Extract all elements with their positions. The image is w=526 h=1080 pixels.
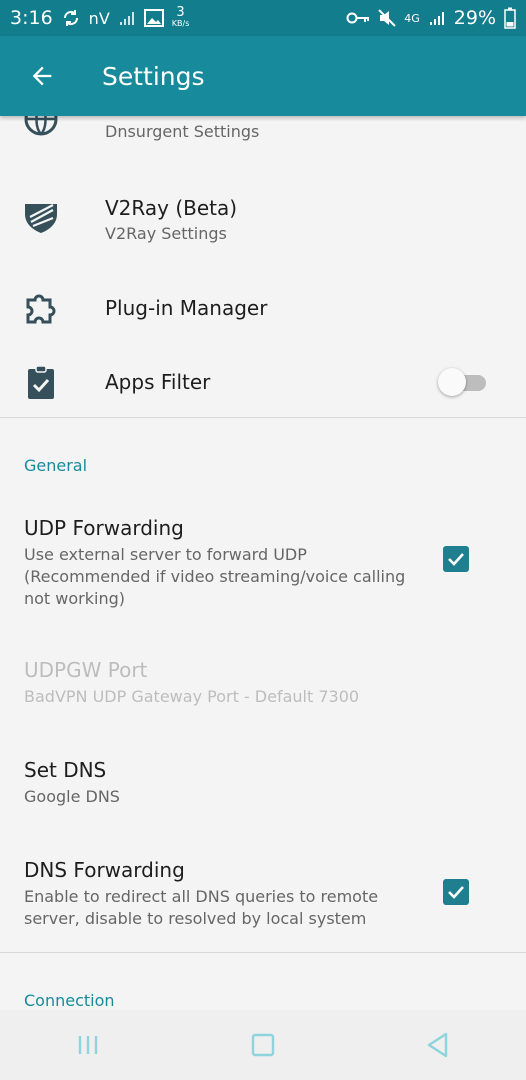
section-header-general: General (24, 456, 88, 475)
home-button[interactable] (233, 1015, 293, 1075)
network-type: 4G (404, 11, 420, 25)
puzzle-icon (26, 294, 56, 324)
battery-icon (504, 7, 516, 29)
divider (0, 417, 526, 418)
pref-udp-forwarding[interactable]: UDP Forwarding Use external server to fo… (0, 508, 526, 618)
settings-item-v2ray[interactable]: V2Ray (Beta) V2Ray Settings (0, 184, 526, 248)
vpn-key-icon (346, 12, 370, 24)
set-dns-subtitle: Google DNS (24, 787, 120, 806)
settings-item-plugin-manager[interactable]: Plug-in Manager (0, 274, 526, 338)
mute-icon (378, 9, 396, 27)
apps-filter-title: Apps Filter (105, 370, 211, 394)
udp-forwarding-title: UDP Forwarding (24, 516, 184, 540)
page-title: Settings (102, 61, 205, 91)
arrow-back-icon (32, 66, 52, 86)
signal-icon (429, 12, 444, 25)
dns-forwarding-title: DNS Forwarding (24, 858, 185, 882)
sync-icon (63, 10, 78, 26)
v2ray-title: V2Ray (Beta) (105, 196, 238, 220)
battery-percent: 29% (453, 7, 496, 29)
home-square-icon (251, 1033, 275, 1057)
pref-dns-forwarding[interactable]: DNS Forwarding Enable to redirect all DN… (0, 848, 526, 938)
pref-udpgw-port[interactable]: UDPGW Port BadVPN UDP Gateway Port - Def… (0, 648, 526, 718)
status-time: 3:16 (10, 7, 53, 29)
carrier-label: nV (88, 8, 110, 28)
settings-item-apps-filter[interactable]: Apps Filter (0, 350, 526, 414)
back-triangle-icon (428, 1032, 448, 1058)
app-bar: Settings (0, 36, 526, 116)
image-icon (143, 9, 164, 27)
plugin-manager-title: Plug-in Manager (105, 296, 268, 320)
v2ray-shield-icon (25, 204, 57, 233)
v2ray-subtitle: V2Ray Settings (105, 224, 227, 243)
check-icon (448, 886, 464, 899)
clipboard-check-icon (28, 365, 54, 399)
switch-thumb (438, 368, 466, 396)
pref-set-dns[interactable]: Set DNS Google DNS (0, 748, 526, 818)
recents-icon (78, 1036, 97, 1054)
udp-forwarding-checkbox[interactable] (443, 546, 469, 572)
settings-item-dnsurgent[interactable]: Dnsurgent Settings (0, 102, 526, 164)
status-bar: 3:16 nV 3 KB/s 4G 29% (0, 0, 526, 36)
back-button[interactable] (12, 46, 72, 106)
set-dns-title: Set DNS (24, 758, 107, 782)
back-nav-button[interactable] (408, 1015, 468, 1075)
udpgw-port-subtitle: BadVPN UDP Gateway Port - Default 7300 (24, 687, 360, 706)
dnsurgent-subtitle: Dnsurgent Settings (105, 122, 260, 141)
udp-forwarding-subtitle: Use external server to forward UDP (Reco… (24, 545, 406, 608)
section-header-connection: Connection (24, 991, 115, 1010)
udpgw-port-title: UDPGW Port (24, 658, 148, 682)
dns-forwarding-checkbox[interactable] (443, 879, 469, 905)
data-speed: 3 KB/s (171, 5, 190, 28)
dns-forwarding-subtitle: Enable to redirect all DNS queries to re… (24, 887, 379, 928)
navigation-bar (0, 1010, 526, 1080)
divider (0, 952, 526, 953)
check-icon (448, 553, 464, 566)
recent-apps-button[interactable] (58, 1015, 118, 1075)
apps-filter-switch[interactable] (438, 368, 488, 396)
signal-off-icon (119, 12, 134, 25)
